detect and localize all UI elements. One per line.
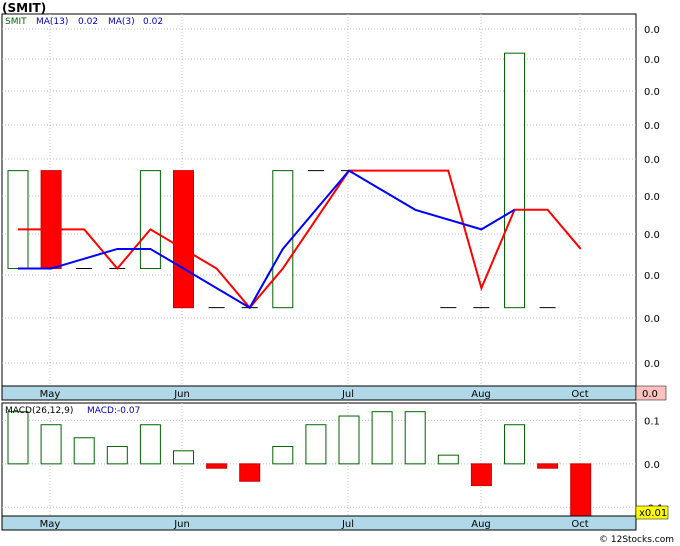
macd-legend-value: MACD:-0.07 xyxy=(87,406,140,416)
price-x-tick-label: Jul xyxy=(341,389,354,400)
chart-title: (SMIT) xyxy=(2,1,46,15)
macd-legend-label: MACD(26,12,9) xyxy=(5,406,73,416)
legend-symbol: SMIT xyxy=(5,17,27,27)
price-y-tick-label: 0.0 xyxy=(644,192,660,203)
price-y-tick-label: 0.0 xyxy=(644,359,660,370)
macd-x-tick-label: Jun xyxy=(173,519,190,530)
price-y-tick-label: 0.0 xyxy=(644,25,660,36)
scale-badge: x0.01 xyxy=(639,508,667,519)
macd-bar-negative xyxy=(239,463,261,482)
macd-bar-positive xyxy=(504,424,525,465)
macd-bar-positive xyxy=(106,445,128,465)
macd-bar-negative xyxy=(537,463,559,469)
macd-bar-positive xyxy=(338,415,360,465)
macd-bar-negative xyxy=(570,463,592,517)
macd-bar-positive xyxy=(371,411,393,465)
macd-x-tick-label: Oct xyxy=(571,519,588,530)
price-x-axis-strip xyxy=(1,385,637,401)
price-x-tick-label: Jun xyxy=(173,389,190,400)
macd-bar-negative xyxy=(206,463,228,469)
price-y-tick-label: 0.0 xyxy=(644,271,660,282)
price-x-tick-label: Oct xyxy=(571,389,588,400)
price-y-tick-label: 0.0 xyxy=(644,230,660,241)
macd-bar-positive xyxy=(73,437,95,465)
legend-ma13: MA(13) xyxy=(36,17,68,27)
price-y-tick-label: 0.0 xyxy=(644,314,660,325)
footer-credit: © 12Stocks.com xyxy=(599,535,674,545)
macd-x-tick-label: Aug xyxy=(471,519,491,530)
price-x-tick-label: Aug xyxy=(471,389,491,400)
macd-bar-positive xyxy=(272,445,294,465)
legend-ma3: MA(3) xyxy=(108,17,135,27)
macd-bar-positive xyxy=(437,454,459,465)
price-panel xyxy=(1,13,637,387)
macd-bar-positive xyxy=(305,424,327,465)
legend-ma13-value: 0.02 xyxy=(78,17,98,27)
price-highlight-label: 0.0 xyxy=(642,389,658,400)
price-y-axis: 0.0 0.0 0.0 0.0 0.0 0.0 0.0 0.0 0.0 0.0 xyxy=(644,25,660,370)
price-bar-up xyxy=(7,170,29,270)
legend-ma3-value: 0.02 xyxy=(143,17,163,27)
macd-y-axis: 0.10.0-0.1 xyxy=(644,416,664,514)
macd-x-axis-strip xyxy=(1,515,637,531)
macd-bar-positive xyxy=(40,424,62,465)
macd-bar-positive xyxy=(173,450,194,465)
price-x-tick-label: May xyxy=(40,389,61,400)
stock-chart: (SMIT) 0.0 0.0 0.0 0.0 0.0 0.0 0.0 0.0 0.0 0.0 SM… xyxy=(1,1,674,545)
price-y-tick-label: 0.0 xyxy=(644,155,660,166)
macd-y-tick-label: 0.1 xyxy=(644,416,660,427)
macd-bar-positive xyxy=(404,411,426,465)
price-y-tick-label: 0.0 xyxy=(644,87,660,98)
macd-x-tick-label: May xyxy=(40,519,61,530)
macd-y-tick-label: 0.0 xyxy=(644,460,660,471)
macd-bar-positive xyxy=(139,424,161,465)
price-y-tick-label: 0.0 xyxy=(644,121,660,132)
macd-bar-positive xyxy=(7,411,29,465)
macd-bar-negative xyxy=(470,463,492,487)
price-bar-up xyxy=(504,52,525,309)
price-bar-down xyxy=(40,170,62,270)
macd-x-tick-label: Jul xyxy=(341,519,354,530)
price-y-tick-label: 0.0 xyxy=(644,55,660,66)
price-bar-down xyxy=(173,170,194,309)
